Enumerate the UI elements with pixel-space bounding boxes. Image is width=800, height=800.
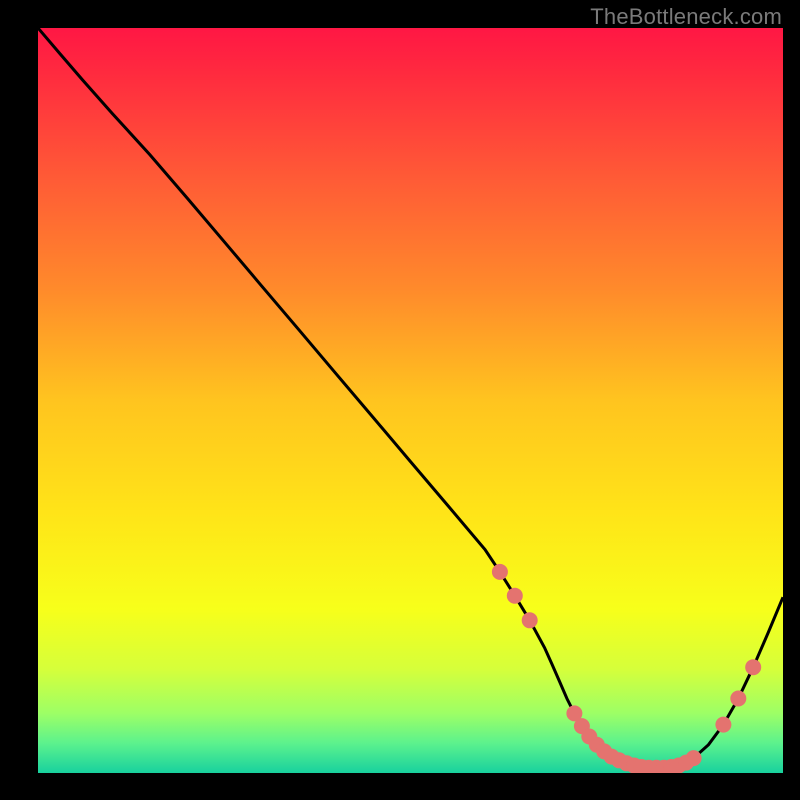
attribution-label: TheBottleneck.com [590, 4, 782, 30]
marker-dot [745, 659, 761, 675]
chart-container: TheBottleneck.com [0, 0, 800, 800]
marker-dot [507, 588, 523, 604]
marker-dot [522, 612, 538, 628]
marker-dot [686, 750, 702, 766]
plot-area [38, 28, 783, 773]
marker-dot [492, 564, 508, 580]
marker-dot [715, 717, 731, 733]
gradient-background [38, 28, 783, 773]
marker-dot [730, 691, 746, 707]
chart-svg [38, 28, 783, 773]
